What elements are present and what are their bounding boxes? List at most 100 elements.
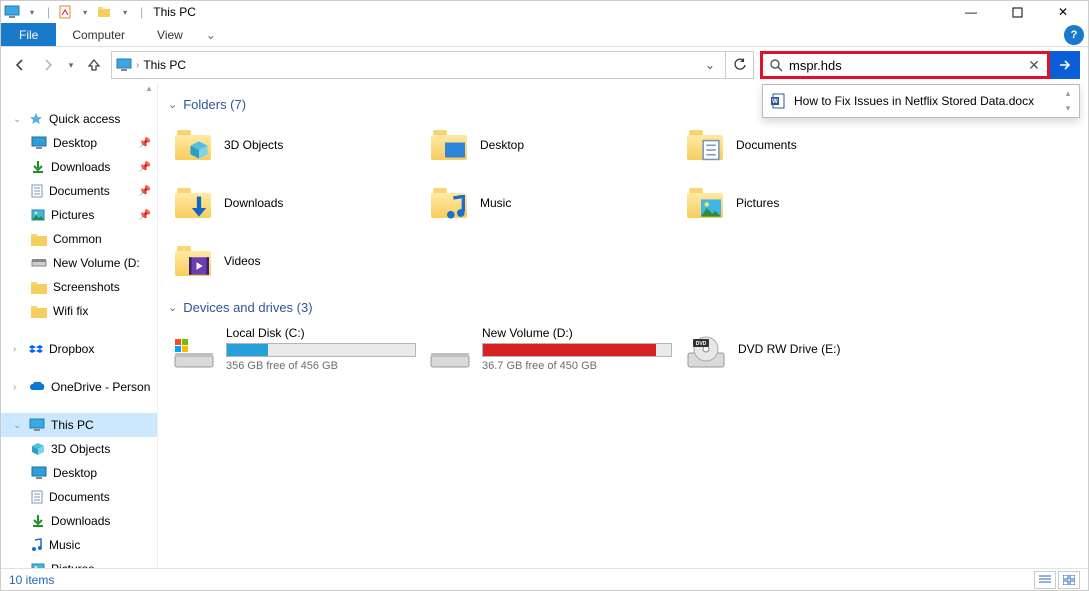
free-space-label: 356 GB free of 456 GB (226, 360, 416, 372)
tab-view[interactable]: View (141, 23, 199, 46)
drive-icon: DVD (684, 327, 728, 371)
recent-locations-icon[interactable]: ▾ (65, 54, 77, 76)
sidebar-item-pictures[interactable]: Pictures📌 (1, 203, 157, 227)
folder-tile-videos[interactable]: Videos (172, 236, 422, 286)
sidebar-item-downloads[interactable]: Downloads (1, 509, 157, 533)
sidebar-item-documents[interactable]: Documents📌 (1, 179, 157, 203)
desktop-icon (31, 466, 47, 480)
folder-icon (31, 281, 47, 294)
help-icon[interactable]: ? (1064, 25, 1084, 45)
sidebar-item-new-volume-d-[interactable]: New Volume (D: (1, 251, 157, 275)
sidebar-item-3d-objects[interactable]: 3D Objects (1, 437, 157, 461)
suggestion-scroll[interactable]: ▴▾ (1060, 88, 1076, 114)
expand-icon[interactable]: › (13, 344, 23, 355)
folder-icon (687, 188, 723, 218)
expand-icon[interactable]: › (13, 382, 23, 393)
capacity-bar (226, 343, 416, 357)
refresh-button[interactable] (726, 51, 754, 79)
chevron-down-icon[interactable]: ▾ (76, 3, 94, 21)
minimize-button[interactable]: — (948, 1, 994, 23)
folder-tile-documents[interactable]: Documents (684, 120, 934, 170)
breadcrumb-sep-icon[interactable]: › (136, 60, 139, 71)
file-tab[interactable]: File (1, 23, 56, 46)
breadcrumb[interactable]: This PC (143, 58, 186, 72)
folder-tile-3d-objects[interactable]: 3D Objects (172, 120, 422, 170)
search-suggestion-item[interactable]: W How to Fix Issues in Netflix Stored Da… (766, 88, 1060, 114)
folder-icon (31, 233, 47, 246)
folder-tile-desktop[interactable]: Desktop (428, 120, 678, 170)
sidebar-item-label: Common (53, 232, 102, 246)
sidebar-dropbox[interactable]: › Dropbox (1, 337, 157, 361)
search-go-button[interactable] (1050, 51, 1080, 79)
group-header-drives[interactable]: ⌄ Devices and drives (3) (168, 300, 1076, 315)
expand-icon[interactable]: ⌄ (13, 420, 23, 431)
sidebar-item-documents[interactable]: Documents (1, 485, 157, 509)
group-header-label: Devices and drives (3) (183, 300, 312, 315)
properties-icon[interactable] (56, 3, 74, 21)
drive-tile-local-disk-c-[interactable]: Local Disk (C:) 356 GB free of 456 GB (172, 323, 422, 375)
details-view-button[interactable] (1034, 571, 1056, 589)
music-icon (31, 538, 43, 552)
expand-ribbon-icon[interactable]: ⌄ (199, 23, 223, 46)
onedrive-icon (29, 381, 45, 393)
expand-icon[interactable]: ⌄ (13, 114, 23, 125)
collapse-icon[interactable]: ⌄ (168, 301, 177, 314)
pin-icon: 📌 (139, 138, 151, 149)
chevron-down-icon[interactable]: ▾ (116, 3, 134, 21)
scroll-up-icon[interactable]: ▴ (141, 83, 157, 99)
address-dropdown-icon[interactable]: ⌄ (699, 58, 721, 72)
sidebar-item-label: Documents (49, 184, 110, 198)
drive-tile-dvd-rw-drive-e-[interactable]: DVDDVD RW Drive (E:) (684, 323, 934, 375)
sidebar-quick-access[interactable]: ⌄ Quick access (1, 107, 157, 131)
sidebar-item-label: Documents (49, 490, 110, 504)
sidebar-item-label: Desktop (53, 136, 97, 150)
sidebar-item-label: Music (49, 538, 80, 552)
sidebar-item-music[interactable]: Music (1, 533, 157, 557)
chevron-down-icon[interactable]: ▾ (23, 3, 41, 21)
desktop-icon (31, 136, 47, 150)
ribbon-tabs: File Computer View ⌄ ? (1, 23, 1088, 47)
pictures-icon (31, 209, 45, 221)
sidebar-item-screenshots[interactable]: Screenshots (1, 275, 157, 299)
drive-tile-new-volume-d-[interactable]: New Volume (D:)36.7 GB free of 450 GB (428, 323, 678, 375)
sidebar-item-label: OneDrive - Person (51, 380, 150, 394)
sidebar-item-desktop[interactable]: Desktop (1, 461, 157, 485)
collapse-icon[interactable]: ⌄ (168, 98, 177, 111)
up-button[interactable] (83, 54, 105, 76)
sidebar-item-desktop[interactable]: Desktop 📌 (1, 131, 157, 155)
sidebar-item-common[interactable]: Common (1, 227, 157, 251)
folder-tile-pictures[interactable]: Pictures (684, 178, 934, 228)
sidebar-this-pc[interactable]: ⌄ This PC (1, 413, 157, 437)
content-pane[interactable]: ⌄ Folders (7) 3D ObjectsDesktopDocuments… (158, 83, 1088, 568)
sidebar-item-wifi-fix[interactable]: Wifi fix (1, 299, 157, 323)
sidebar-item-downloads[interactable]: Downloads📌 (1, 155, 157, 179)
address-bar[interactable]: › This PC ⌄ (111, 51, 726, 79)
3d-icon (31, 442, 45, 456)
search-suggestion-label: How to Fix Issues in Netflix Stored Data… (794, 94, 1034, 108)
clear-search-icon[interactable]: ✕ (1027, 58, 1041, 72)
search-input[interactable] (789, 58, 1021, 73)
sidebar-onedrive[interactable]: › OneDrive - Person (1, 375, 157, 399)
search-box[interactable]: ✕ (760, 51, 1050, 79)
downloads-icon (31, 160, 45, 174)
forward-button[interactable] (37, 54, 59, 76)
folder-tile-music[interactable]: Music (428, 178, 678, 228)
folder-icon (31, 305, 47, 318)
status-bar: 10 items (1, 568, 1088, 590)
drive-label: Local Disk (C:) (226, 326, 416, 340)
word-doc-icon: W (770, 93, 786, 109)
sidebar-item-label: Dropbox (49, 342, 94, 356)
back-button[interactable] (9, 54, 31, 76)
folder-tile-downloads[interactable]: Downloads (172, 178, 422, 228)
sidebar-item-label: Pictures (51, 208, 94, 222)
new-folder-icon[interactable] (96, 3, 114, 21)
large-icons-view-button[interactable] (1058, 571, 1080, 589)
close-button[interactable]: ✕ (1040, 1, 1086, 23)
pc-icon (3, 3, 21, 21)
search-suggestions: W How to Fix Issues in Netflix Stored Da… (762, 84, 1080, 118)
sidebar-item-label: Wifi fix (53, 304, 88, 318)
separator: | (47, 5, 50, 19)
maximize-button[interactable] (994, 1, 1040, 23)
tab-computer[interactable]: Computer (56, 23, 141, 46)
sidebar-item-pictures[interactable]: Pictures (1, 557, 157, 568)
